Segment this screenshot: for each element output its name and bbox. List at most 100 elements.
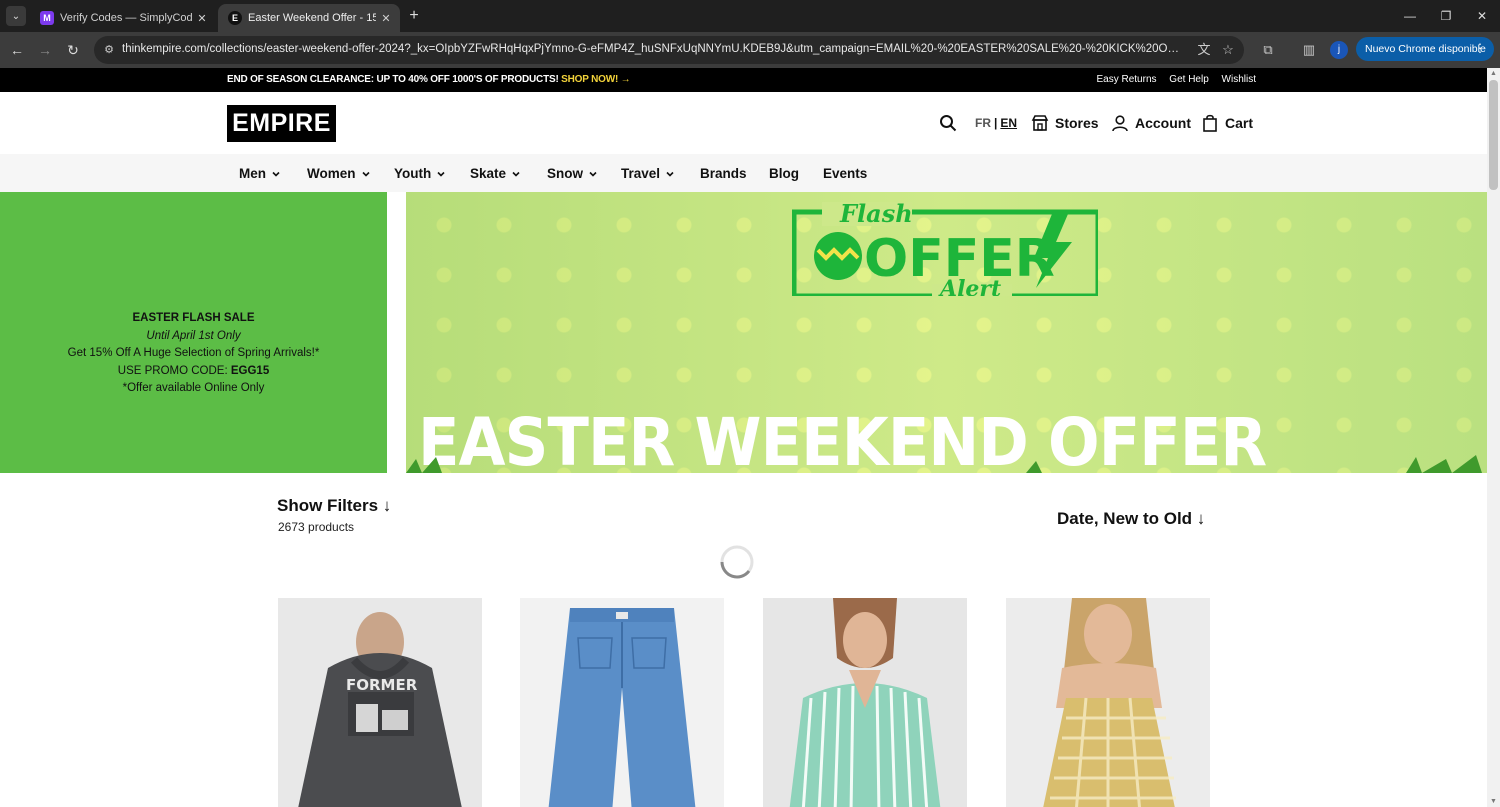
address-bar[interactable]: ⚙ thinkempire.com/collections/easter-wee…	[94, 36, 1244, 64]
minimize-icon[interactable]: —	[1395, 6, 1425, 26]
chrome-update-button[interactable]: Nuevo Chrome disponible ⋮	[1356, 37, 1494, 61]
web-page: END OF SEASON CLEARANCE: UP TO 40% OFF 1…	[0, 68, 1487, 807]
promo-subheading: Until April 1st Only	[146, 329, 241, 342]
chevron-down-icon	[437, 171, 445, 177]
back-icon[interactable]: ←	[7, 40, 27, 60]
site-info-icon[interactable]: ⚙	[102, 43, 116, 57]
banner-gap	[387, 192, 406, 473]
nav-label: Snow	[547, 166, 583, 181]
tab-search-button[interactable]: ⌄	[6, 6, 26, 26]
nav-events[interactable]: Events	[823, 166, 867, 181]
store-icon	[1031, 115, 1049, 131]
tab-simplycodes[interactable]: M Verify Codes — SimplyCodes ✕	[30, 4, 216, 32]
product-count: 2673 products	[278, 520, 355, 534]
nav-skate[interactable]: Skate	[470, 166, 520, 181]
nav-label: Skate	[470, 166, 507, 181]
striped-shirt-image	[763, 598, 967, 807]
nav-label: Men	[239, 166, 266, 181]
jeans-image	[520, 598, 724, 807]
cart-label: Cart	[1225, 115, 1254, 131]
show-filters-button[interactable]: Show Filters ↓	[277, 496, 391, 516]
nav-label: Events	[823, 166, 868, 181]
nav-women[interactable]: Women	[307, 166, 370, 181]
sort-dropdown[interactable]: Date, New to Old ↓	[1057, 509, 1205, 529]
account-label: Account	[1135, 115, 1191, 131]
search-icon[interactable]	[939, 114, 957, 132]
scroll-down-icon[interactable]: ▼	[1490, 798, 1497, 805]
promo-code-prefix: USE PROMO CODE:	[117, 364, 228, 377]
close-icon[interactable]: ✕	[376, 12, 396, 25]
translate-icon[interactable]: 文	[1196, 42, 1212, 58]
cart-link[interactable]: Cart	[1201, 114, 1253, 132]
url-text[interactable]: thinkempire.com/collections/easter-weeke…	[122, 43, 1182, 55]
forward-icon[interactable]: →	[35, 40, 55, 60]
loading-spinner-icon	[720, 545, 754, 579]
chevron-down-icon	[589, 171, 597, 177]
get-help-link[interactable]: Get Help	[1169, 74, 1208, 85]
hero-banner[interactable]: Flash OFFER Alert EASTER WEEKEND OFFER	[406, 192, 1487, 473]
site-header: EMPIRE FR | EN Stores Account Cart	[0, 92, 1487, 154]
account-link[interactable]: Account	[1111, 114, 1191, 132]
promo-code: EGG15	[230, 364, 270, 377]
lang-separator: |	[994, 116, 998, 130]
nav-label: Women	[307, 166, 356, 181]
badge-alert-text: Alert	[938, 276, 1001, 296]
extensions-icon[interactable]: ⧉	[1259, 41, 1277, 59]
nav-brands[interactable]: Brands	[700, 166, 747, 181]
language-switcher: FR | EN	[975, 116, 1017, 130]
promo-heading: EASTER FLASH SALE	[132, 312, 255, 324]
shop-now-link[interactable]: SHOP NOW! →	[561, 74, 630, 85]
hoodie-print-text: FORMER	[346, 676, 418, 694]
easy-returns-link[interactable]: Easy Returns	[1096, 74, 1156, 85]
gingham-dress-image	[1006, 598, 1210, 807]
nav-label: Youth	[394, 166, 432, 181]
page-scrollbar[interactable]: ▲ ▼	[1487, 68, 1500, 807]
update-label: Nuevo Chrome disponible	[1365, 43, 1486, 55]
restore-icon[interactable]: ❐	[1431, 6, 1461, 26]
scroll-up-icon[interactable]: ▲	[1490, 70, 1497, 77]
nav-travel[interactable]: Travel	[621, 166, 674, 181]
product-card-striped-shirt[interactable]	[763, 598, 967, 807]
product-card-gingham-dress[interactable]	[1006, 598, 1210, 807]
shopping-bag-icon	[1203, 114, 1217, 132]
product-card-jeans[interactable]	[520, 598, 724, 807]
promo-note: *Offer available Online Only	[122, 382, 265, 394]
browser-tab-bar: ⌄ M Verify Codes — SimplyCodes ✕ E Easte…	[0, 0, 1500, 32]
announcement-message[interactable]: END OF SEASON CLEARANCE: UP TO 40% OFF 1…	[227, 74, 631, 85]
lang-fr-link[interactable]: FR	[975, 116, 991, 130]
product-card-hoodie[interactable]: FORMER	[278, 598, 482, 807]
nav-snow[interactable]: Snow	[547, 166, 597, 181]
nav-blog[interactable]: Blog	[769, 166, 799, 181]
empire-logo[interactable]: EMPIRE	[227, 105, 336, 142]
wishlist-link[interactable]: Wishlist	[1222, 74, 1256, 85]
bookmark-star-icon[interactable]: ☆	[1220, 42, 1236, 58]
announcement-bar: END OF SEASON CLEARANCE: UP TO 40% OFF 1…	[0, 68, 1487, 92]
window-close-icon[interactable]: ✕	[1467, 6, 1497, 26]
tab-title: Easter Weekend Offer - 15% Off	[248, 12, 376, 24]
stores-link[interactable]: Stores	[1031, 114, 1099, 132]
promo-panel: EASTER FLASH SALE Until April 1st Only G…	[0, 192, 387, 473]
tab-title: Verify Codes — SimplyCodes	[60, 12, 192, 24]
tab-empire[interactable]: E Easter Weekend Offer - 15% Off ✕	[218, 4, 400, 32]
nav-men[interactable]: Men	[239, 166, 280, 181]
more-menu-icon[interactable]: ⋮	[1474, 41, 1486, 55]
chevron-down-icon	[272, 171, 280, 177]
chevron-down-icon	[361, 171, 370, 177]
lang-en-link[interactable]: EN	[1000, 116, 1017, 130]
profile-avatar[interactable]: j	[1330, 41, 1348, 59]
promo-line: Get 15% Off A Huge Selection of Spring A…	[67, 347, 320, 359]
scrollbar-thumb[interactable]	[1489, 80, 1498, 190]
main-navigation: Men Women Youth Skate Snow Travel Brands…	[0, 154, 1487, 192]
close-icon[interactable]: ✕	[192, 12, 212, 25]
reload-icon[interactable]: ↻	[63, 40, 83, 60]
new-tab-icon[interactable]: +	[405, 6, 423, 26]
chevron-down-icon	[666, 171, 674, 177]
nav-label: Travel	[621, 166, 661, 181]
nav-youth[interactable]: Youth	[394, 166, 445, 181]
nav-label: Blog	[769, 166, 799, 181]
side-panel-icon[interactable]: ▥	[1300, 41, 1318, 59]
nav-label: Brands	[700, 166, 747, 181]
simplycodes-favicon-icon: M	[40, 11, 54, 25]
stores-label: Stores	[1055, 115, 1099, 131]
flash-offer-alert-badge: Flash OFFER Alert	[792, 200, 1098, 296]
